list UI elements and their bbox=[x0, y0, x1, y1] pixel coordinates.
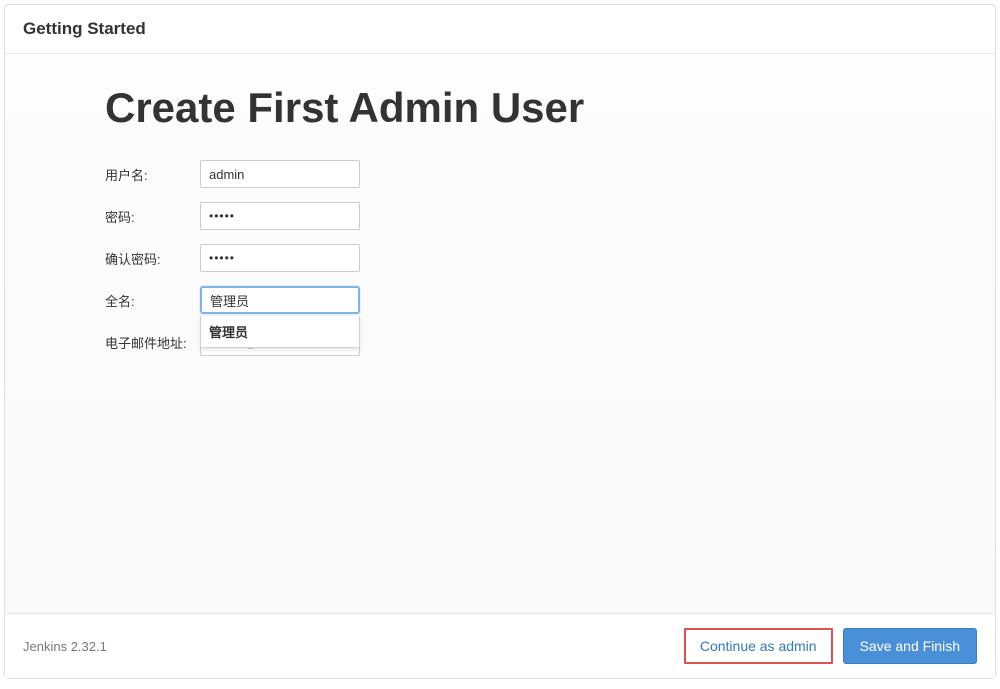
password-row: 密码: bbox=[105, 202, 895, 230]
header: Getting Started bbox=[5, 5, 995, 54]
content-area: Create First Admin User 用户名: 密码: 确认密码: 全… bbox=[5, 54, 995, 613]
password-input[interactable] bbox=[200, 202, 360, 230]
password-label: 密码: bbox=[105, 207, 200, 226]
username-row: 用户名: bbox=[105, 160, 895, 188]
save-and-finish-button[interactable]: Save and Finish bbox=[843, 628, 977, 664]
wizard-container: Getting Started Create First Admin User … bbox=[4, 4, 996, 679]
fullname-input[interactable] bbox=[200, 286, 360, 314]
footer: Jenkins 2.32.1 Continue as admin Save an… bbox=[5, 613, 995, 678]
fullname-row: 全名: 管理员 bbox=[105, 286, 895, 314]
autocomplete-dropdown: 管理员 bbox=[200, 316, 360, 348]
header-title: Getting Started bbox=[23, 19, 977, 39]
footer-actions: Continue as admin Save and Finish bbox=[684, 628, 977, 664]
version-text: Jenkins 2.32.1 bbox=[23, 639, 107, 654]
confirm-password-row: 确认密码: bbox=[105, 244, 895, 272]
autocomplete-option[interactable]: 管理员 bbox=[201, 316, 359, 347]
continue-as-admin-button[interactable]: Continue as admin bbox=[684, 628, 833, 664]
page-title: Create First Admin User bbox=[105, 84, 895, 132]
email-label: 电子邮件地址: bbox=[105, 333, 200, 352]
confirm-password-label: 确认密码: bbox=[105, 249, 200, 268]
confirm-password-input[interactable] bbox=[200, 244, 360, 272]
fullname-label: 全名: bbox=[105, 291, 200, 310]
username-label: 用户名: bbox=[105, 165, 200, 184]
username-input[interactable] bbox=[200, 160, 360, 188]
